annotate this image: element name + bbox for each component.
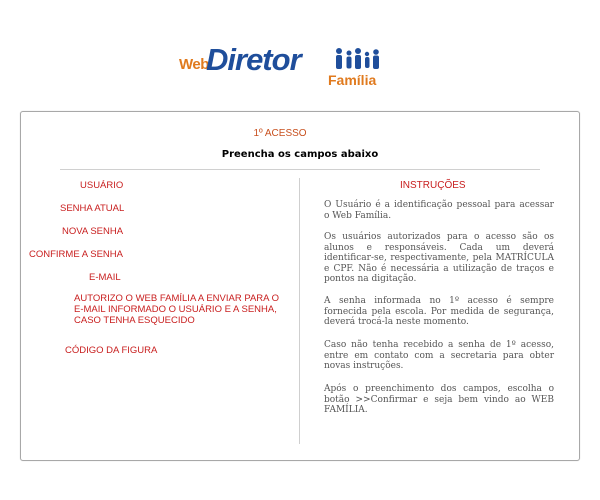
senha-atual-label: SENHA ATUAL	[60, 203, 125, 214]
instruction-paragraph: Após o preenchimento dos campos, escolha…	[324, 384, 554, 415]
codigo-figura-label: CÓDIGO DA FIGURA	[65, 345, 158, 356]
instruction-paragraph: O Usuário é a identificação pessoal para…	[324, 200, 554, 221]
autorizo-email-label: AUTORIZO O WEB FAMÍLIA A ENVIAR PARA O E…	[74, 293, 280, 326]
logo-diretor-text: Diretor	[206, 42, 302, 77]
family-people-icon	[336, 48, 379, 69]
instruction-paragraph: Caso não tenha recebido a senha de 1º ac…	[324, 340, 554, 371]
page-subtitle: Preencha os campos abaixo	[221, 149, 379, 160]
usuario-label: USUÁRIO	[80, 180, 124, 191]
instruction-paragraph: Os usuários autorizados para o acesso sã…	[324, 232, 554, 284]
instructions-title: INSTRUÇÕES	[400, 180, 466, 191]
webdiretor-logo: Web Diretor Família	[176, 42, 396, 102]
page-title: 1º ACESSO	[253, 128, 307, 139]
confirme-senha-label: CONFIRME A SENHA	[29, 249, 123, 260]
header-divider	[60, 169, 540, 170]
instruction-paragraph: A senha informada no 1º acesso é sempre …	[324, 296, 554, 327]
nova-senha-label: NOVA SENHA	[62, 226, 124, 237]
logo-familia-text: Família	[328, 72, 377, 88]
logo-web-text: Web	[179, 56, 209, 73]
column-divider	[299, 178, 300, 444]
email-label: E-MAIL	[89, 272, 121, 283]
